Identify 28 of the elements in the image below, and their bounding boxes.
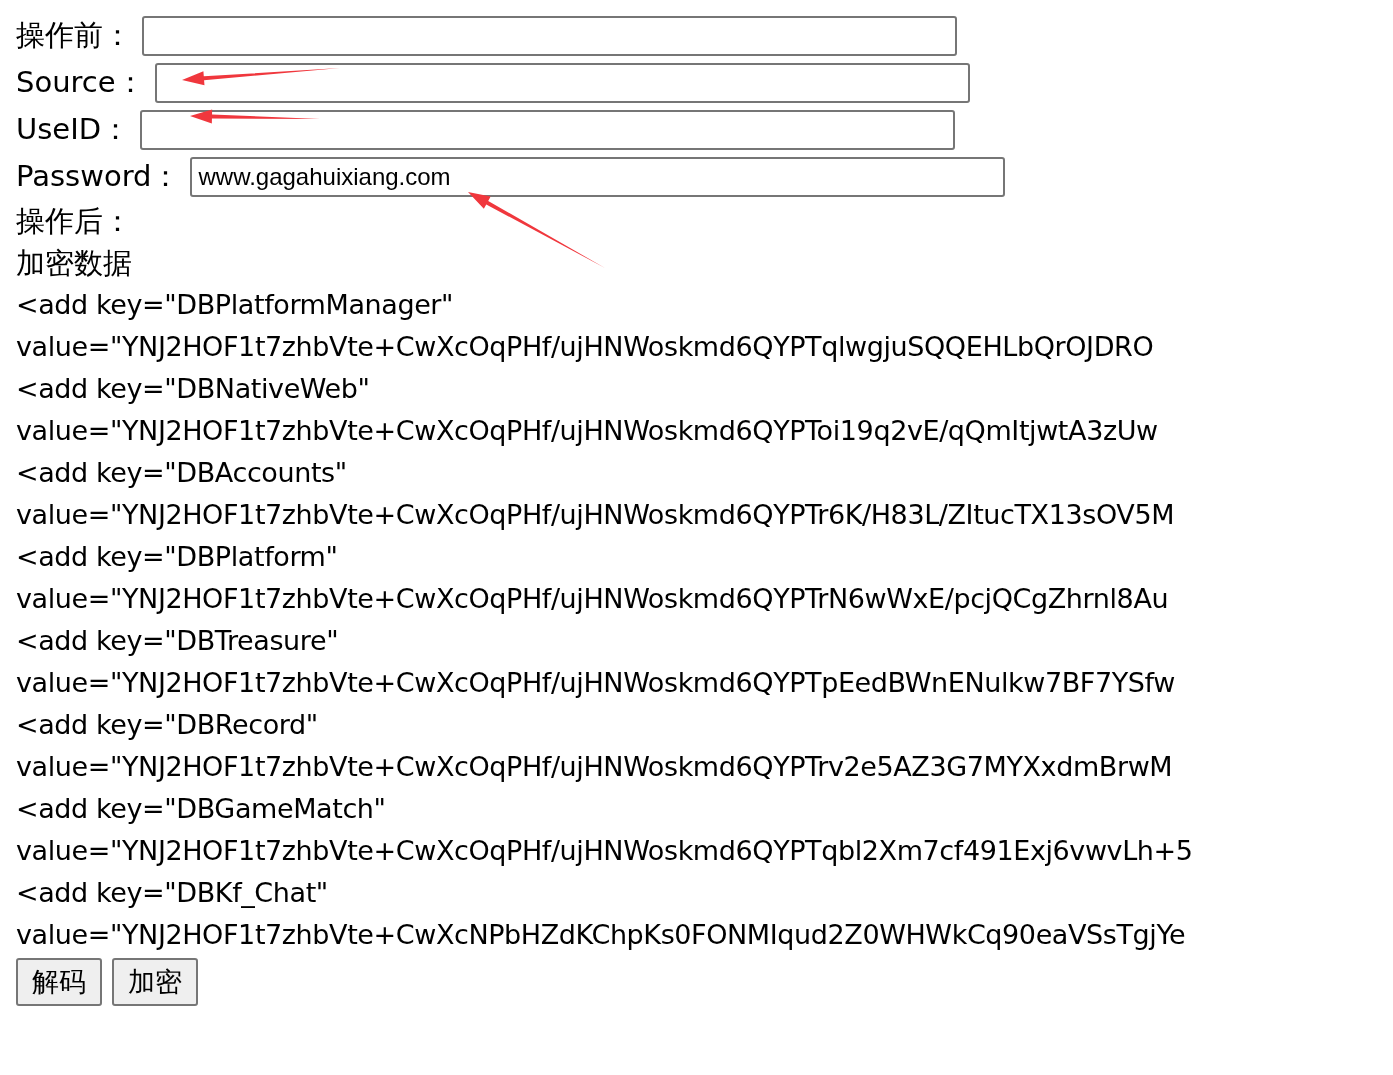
config-line: value="YNJ2HOF1t7zhbVte+CwXcOqPHf/ujHNWoskmd6QYPTpEedBWnENulkw7BF7YSfw [16,666,1175,700]
config-line: <add key="DBTreasure" [16,624,339,658]
config-line: <add key="DBPlatform" [16,540,338,574]
action-button[interactable]: 解码 [16,958,102,1006]
input-field[interactable] [154,62,970,103]
config-line: value="YNJ2HOF1t7zhbVte+CwXcOqPHf/ujHNWoskmd6QYPTqlwgjuSQQEHLbQrOJDRO [16,330,1154,364]
config-line: <add key="DBPlatformManager" [16,288,454,322]
config-line: value="YNJ2HOF1t7zhbVte+CwXcOqPHf/ujHNWoskmd6QYPTr6K/H83L/ZItucTX13sOV5M [16,498,1175,532]
action-button[interactable]: 加密 [112,958,198,1006]
input-field[interactable]: www.gagahuixiang.com [190,156,1006,197]
input-field[interactable] [140,109,956,150]
config-line: <add key="DBGameMatch" [16,792,386,826]
config-line: value="YNJ2HOF1t7zhbVte+CwXcNPbHZdKChpKs0FONMIqud2Z0WHWkCq90eaVSsTgjYe [16,918,1186,952]
field-label: Source： [16,63,145,101]
section-label: 加密数据 [16,245,132,282]
field-label: 操作前： [16,16,132,54]
config-line: <add key="DBAccounts" [16,456,347,490]
field-label: Password： [16,157,181,195]
config-line: value="YNJ2HOF1t7zhbVte+CwXcOqPHf/ujHNWoskmd6QYPTrv2e5AZ3G7MYXxdmBrwM [16,750,1173,784]
section-label: 操作后： [16,203,132,240]
config-line: <add key="DBRecord" [16,708,318,742]
input-field[interactable] [142,15,957,56]
config-line: <add key="DBKf_Chat" [16,876,328,910]
config-line: <add key="DBNativeWeb" [16,372,370,406]
field-label: UseID： [16,110,131,148]
config-line: value="YNJ2HOF1t7zhbVte+CwXcOqPHf/ujHNWoskmd6QYPTrN6wWxE/pcjQCgZhrnl8Au [16,582,1169,616]
config-line: value="YNJ2HOF1t7zhbVte+CwXcOqPHf/ujHNWoskmd6QYPTqbl2Xm7cf491Exj6vwvLh+5 [16,834,1193,868]
config-line: value="YNJ2HOF1t7zhbVte+CwXcOqPHf/ujHNWoskmd6QYPToi19q2vE/qQmItjwtA3zUw [16,414,1158,448]
